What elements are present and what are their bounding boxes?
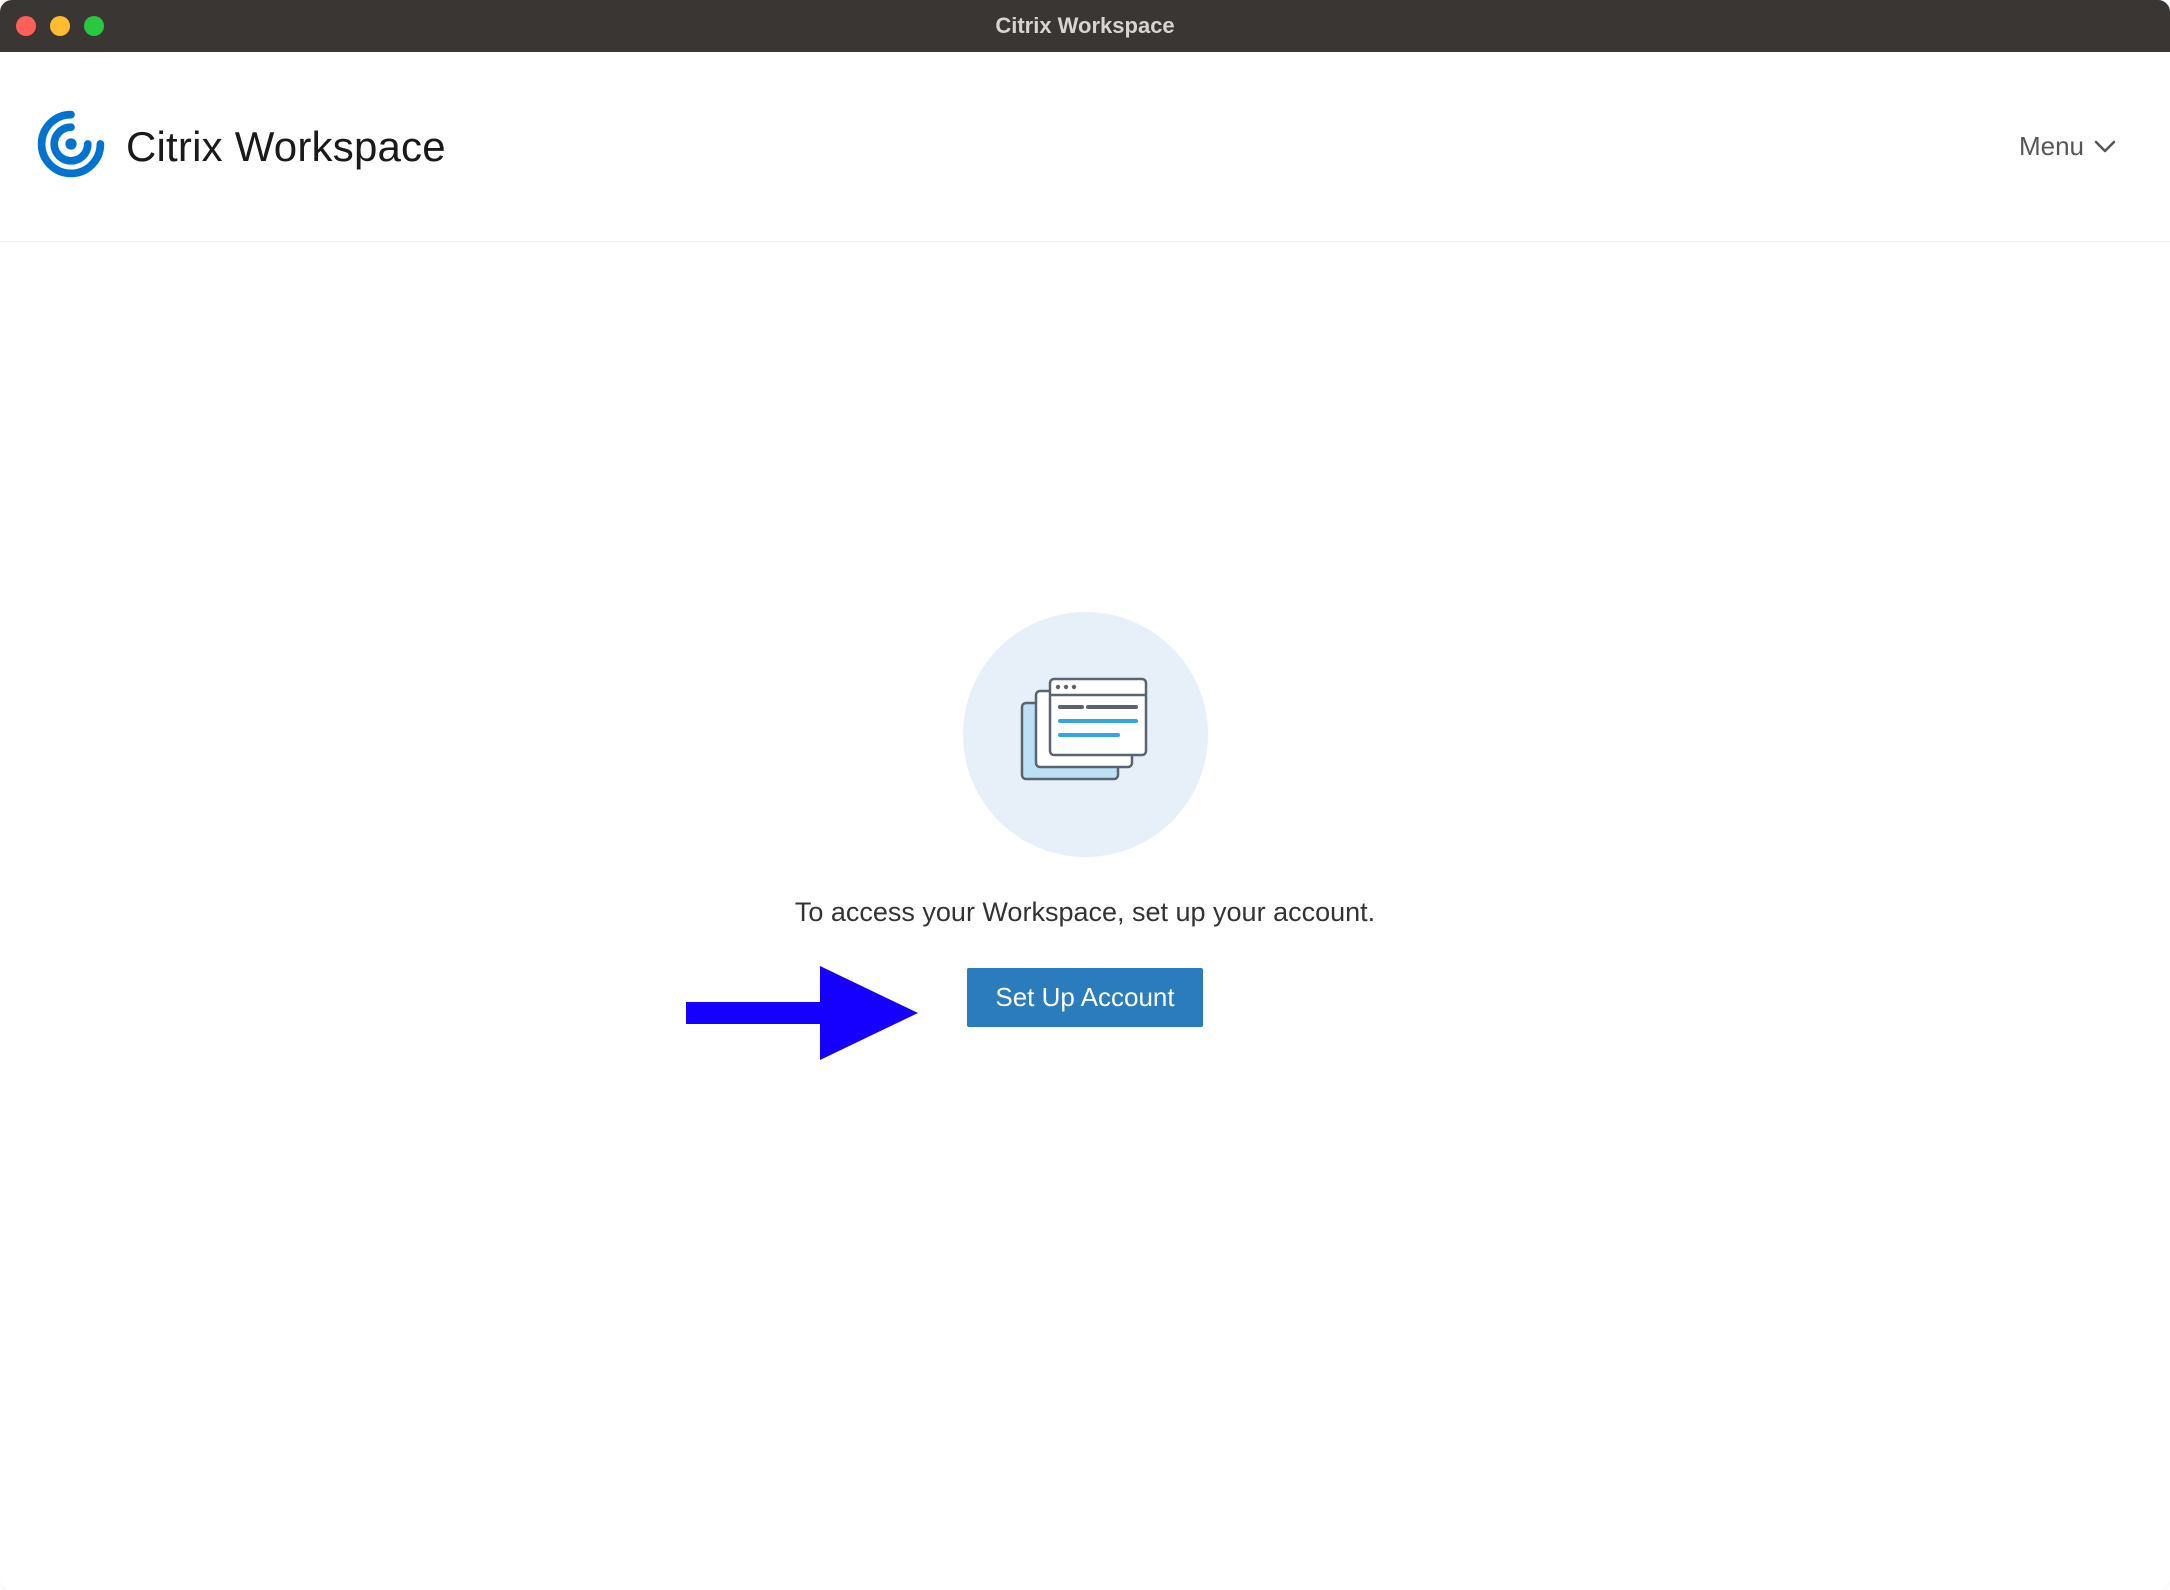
main-content: To access your Workspace, set up your ac…: [0, 242, 2170, 1590]
illustration-circle: [963, 612, 1208, 857]
brand: Citrix Workspace: [36, 109, 446, 184]
traffic-lights: [16, 16, 104, 36]
citrix-logo-icon: [36, 109, 106, 184]
app-header: Citrix Workspace Menu: [0, 52, 2170, 242]
maximize-window-button[interactable]: [84, 16, 104, 36]
close-window-button[interactable]: [16, 16, 36, 36]
set-up-account-button[interactable]: Set Up Account: [967, 968, 1202, 1027]
menu-label: Menu: [2019, 131, 2084, 162]
brand-name: Citrix Workspace: [126, 123, 446, 171]
documents-illustration-icon: [1018, 677, 1153, 792]
minimize-window-button[interactable]: [50, 16, 70, 36]
window-title: Citrix Workspace: [0, 13, 2170, 39]
chevron-down-icon: [2094, 140, 2116, 154]
setup-instruction-text: To access your Workspace, set up your ac…: [795, 897, 1375, 928]
menu-button[interactable]: Menu: [2005, 121, 2130, 172]
window-titlebar: Citrix Workspace: [0, 0, 2170, 52]
